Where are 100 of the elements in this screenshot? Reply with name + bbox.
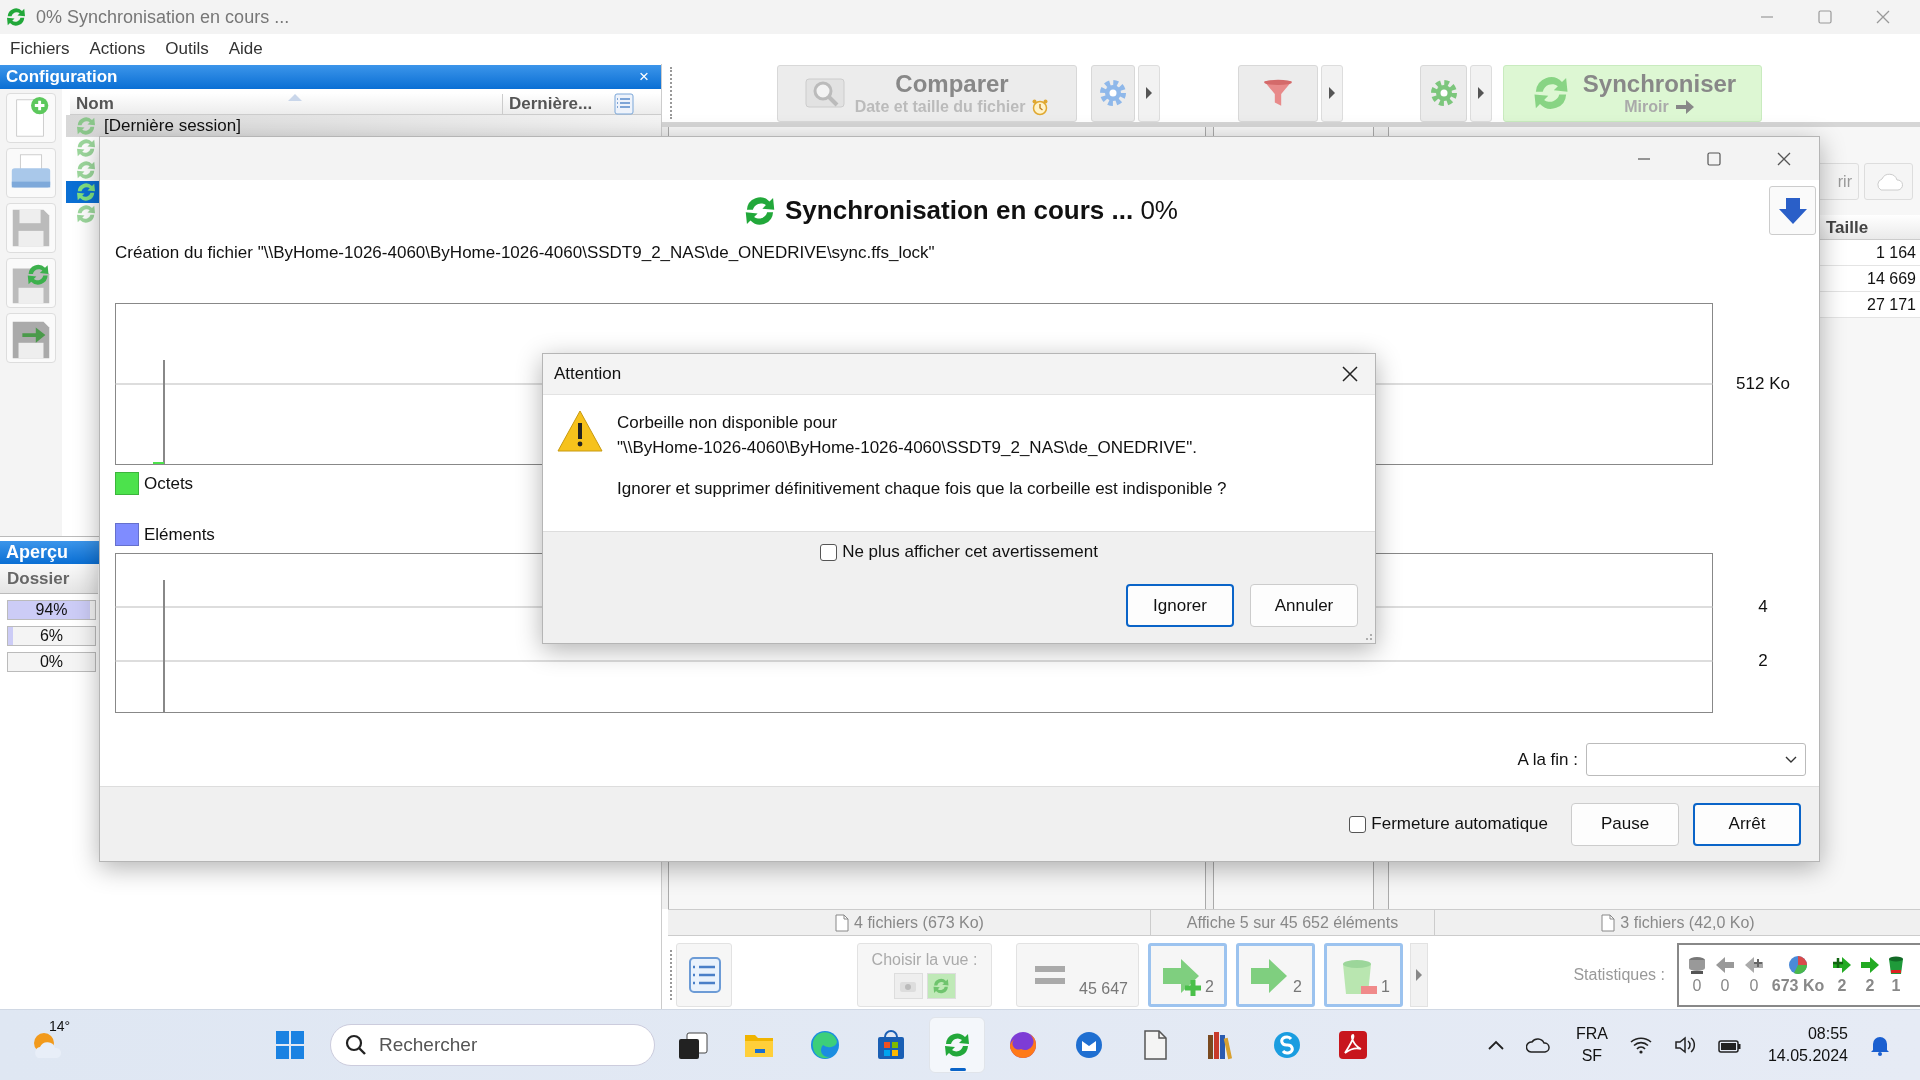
status-text: 3 fichiers (42,0 Ko): [1620, 913, 1755, 932]
column-header[interactable]: Nom: [70, 93, 502, 114]
compare-label: Comparer: [895, 70, 1009, 98]
filter-toggle[interactable]: 1: [1324, 943, 1403, 1007]
filter-toggle[interactable]: 2: [1236, 943, 1315, 1007]
sync-icon: [74, 180, 98, 204]
file-icon: [1600, 913, 1617, 932]
tool-button[interactable]: [6, 313, 56, 363]
sync-icon: [4, 5, 28, 29]
statistic-value: 0: [1719, 977, 1731, 995]
menu-item[interactable]: Actions: [89, 37, 146, 61]
menu-item[interactable]: Fichiers: [10, 37, 70, 61]
dialog-button[interactable]: Pause: [1571, 802, 1679, 846]
close-icon[interactable]: [1777, 151, 1791, 166]
column-header[interactable]: Dernière...: [502, 93, 612, 114]
progress-heading: Synchronisation en cours ... 0%: [785, 195, 1178, 226]
column-header[interactable]: Taille: [1820, 215, 1920, 239]
dropdown-arrow-button[interactable]: [1470, 64, 1492, 122]
date-label: 14.05.2024: [1767, 1046, 1848, 1066]
bird-circle-icon: [1073, 1029, 1105, 1061]
sync-icon: [74, 114, 98, 138]
search-input[interactable]: Rechercher: [377, 1033, 627, 1057]
time-label: 08:55: [1807, 1024, 1848, 1044]
layout-label[interactable]: SF: [1581, 1045, 1603, 1067]
drive-minus-icon: [1687, 955, 1707, 975]
checkbox-label[interactable]: Fermeture automatique: [1371, 814, 1548, 834]
language-label[interactable]: FRA: [1575, 1023, 1608, 1045]
filter-toggle[interactable]: 2: [1148, 943, 1227, 1007]
table-cell-text: 1 164: [1874, 243, 1917, 263]
filter-toggle[interactable]: 45 647: [1016, 943, 1139, 1007]
columns-icon[interactable]: [612, 91, 636, 116]
dialog-button[interactable]: Arrêt: [1693, 802, 1801, 846]
dropdown-arrow-button[interactable]: [1138, 64, 1160, 122]
toolbar-grip[interactable]: [670, 67, 674, 119]
chevron-down-icon: [1785, 755, 1797, 764]
sync-variant: Miroir: [1624, 98, 1669, 116]
arrow-plus-icon: [1744, 955, 1764, 975]
legend-label: Eléments: [144, 524, 215, 545]
finish-dropdown[interactable]: [1586, 743, 1806, 776]
count-label: 1: [1381, 978, 1390, 997]
camera-icon: [899, 979, 917, 993]
pie-icon: [1788, 955, 1808, 975]
more-button[interactable]: [1410, 943, 1428, 1007]
caret-icon: [1476, 87, 1486, 99]
caret-icon: [1327, 87, 1337, 99]
search-field[interactable]: Rechercher: [330, 1024, 655, 1066]
left-arrow-icon: [1715, 955, 1735, 975]
status-text: 4 fichiers (673 Ko): [854, 913, 984, 932]
view-label: Choisir la vue :: [871, 951, 978, 969]
synchronize-label: Synchroniser: [1582, 70, 1737, 98]
plus-arrow-icon: [1832, 955, 1852, 975]
maximize-icon[interactable]: [1707, 151, 1721, 166]
checkbox-label[interactable]: Ne plus afficher cet avertissement: [842, 542, 1098, 562]
four-squares-icon: [275, 1030, 305, 1060]
clock[interactable]: 08:55 14.05.2024: [1767, 1023, 1848, 1067]
statistic-value: 1: [1890, 977, 1902, 995]
maximize-icon[interactable]: [1818, 10, 1832, 24]
swirl-icon: [809, 1029, 841, 1061]
chevron-up-icon[interactable]: [1487, 1040, 1504, 1050]
wifi-icon[interactable]: [1629, 1036, 1652, 1054]
speaker-icon[interactable]: [1673, 1035, 1696, 1055]
tool-button[interactable]: [6, 93, 56, 143]
shopping-bag-icon: [875, 1029, 907, 1061]
dropdown-arrow-button[interactable]: [1321, 64, 1343, 122]
menu-item[interactable]: Aide: [228, 37, 263, 61]
tool-button[interactable]: [6, 203, 56, 253]
count-label: 2: [1205, 978, 1214, 997]
close-icon[interactable]: [1342, 366, 1358, 382]
list-view-button[interactable]: [676, 943, 732, 1007]
table-cell-text: 27 171: [1866, 295, 1917, 315]
table-cell-text: 14 669: [1866, 269, 1917, 289]
statistic-value: 673 Ko: [1770, 977, 1826, 995]
menu-item[interactable]: Outils: [165, 37, 209, 61]
tool-button[interactable]: [6, 148, 56, 198]
dialog-button[interactable]: Ignorer: [1126, 584, 1234, 627]
legend-label: Octets: [144, 473, 194, 494]
cloud-icon[interactable]: [1525, 1037, 1550, 1053]
tool-button[interactable]: [6, 258, 56, 308]
close-button[interactable]: ×: [639, 67, 649, 87]
sort-arrow-icon: [288, 94, 302, 101]
toolbar-grip[interactable]: [670, 950, 674, 1000]
sync-icon: [74, 202, 98, 226]
status-text: Affiche 5 sur 45 652 éléments: [1186, 913, 1399, 932]
config-row[interactable]: [Dernière session]: [66, 115, 661, 137]
collapse-button[interactable]: [1769, 186, 1816, 235]
checkbox[interactable]: [1349, 815, 1367, 833]
panel-title: Configuration: [6, 67, 118, 87]
panel-title: Aperçu: [6, 542, 68, 563]
view-button[interactable]: [893, 973, 923, 999]
percent-label: 0%: [38, 653, 65, 671]
checkbox[interactable]: [820, 543, 838, 561]
status-message: Création du fichier "\\ByHome-1026-4060\ByHome-1026-4060\SSDT9_2_NAS\de_ONEDRIVE\sync.ffs_lock": [115, 243, 936, 263]
file-icon: [834, 913, 851, 932]
view-button[interactable]: [926, 973, 956, 999]
right-arrow-icon: [1674, 100, 1695, 114]
caret-icon: [1144, 87, 1154, 99]
dialog-button[interactable]: Annuler: [1250, 584, 1358, 627]
column-header[interactable]: Dossier: [0, 564, 98, 594]
bell-icon[interactable]: [1870, 1034, 1890, 1056]
down-arrow-icon: [1777, 195, 1808, 226]
